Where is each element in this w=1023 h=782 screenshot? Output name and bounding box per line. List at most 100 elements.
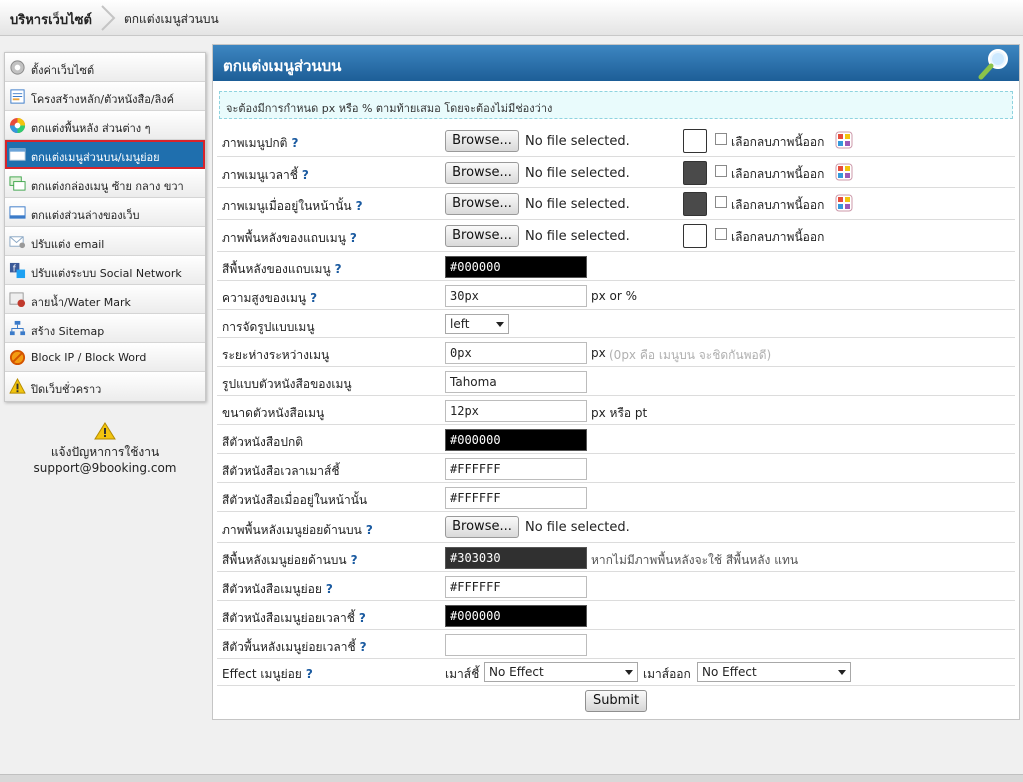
sidebar-item-block[interactable]: Block IP / Block Word <box>5 343 205 372</box>
menu-font-size-input[interactable]: 12px <box>445 400 587 422</box>
text-color-active-input[interactable]: #FFFFFF <box>445 487 587 509</box>
sidebar-item-footer[interactable]: ตกแต่งส่วนล่างของเว็บ <box>5 198 205 227</box>
browse-button[interactable]: Browse... <box>445 193 519 215</box>
sitemap-icon <box>9 320 26 336</box>
submenu-text-hover-input[interactable]: #000000 <box>445 605 587 627</box>
browse-button[interactable]: Browse... <box>445 516 519 538</box>
palette-icon[interactable] <box>835 131 853 149</box>
chevron-right-icon <box>101 5 116 31</box>
notice-text: จะต้องมีการกำหนด px หรือ % ตามท้ายเสมอ โ… <box>226 102 553 115</box>
row-submenu-bg-hover: สีตัวพื้นหลังเมนูย่อยเวลาชี้? <box>217 630 1015 659</box>
remove-image-checkbox[interactable] <box>715 165 727 177</box>
remove-image-checkbox[interactable] <box>715 228 727 240</box>
breadcrumb-current: ตกแต่งเมนูส่วนบน <box>124 12 219 26</box>
submenu-text-color-input[interactable]: #FFFFFF <box>445 576 587 598</box>
support-info: แจ้งปัญหาการใช้งาน support@9booking.com <box>4 422 206 476</box>
help-icon[interactable]: ? <box>306 667 313 681</box>
breadcrumb-home[interactable]: บริหารเว็บไซต์ <box>10 9 92 30</box>
file-status: No file selected. <box>525 520 630 535</box>
color-wheel-icon <box>9 117 26 134</box>
submit-button[interactable]: Submit <box>585 690 647 712</box>
chevron-down-icon <box>496 322 504 327</box>
support-email[interactable]: support@9booking.com <box>4 460 206 476</box>
sidebar-item-top-menu[interactable]: ตกแต่งเมนูส่วนบน/เมนูย่อย <box>5 140 205 169</box>
notice-box: จะต้องมีการกำหนด px หรือ % ตามท้ายเสมอ โ… <box>219 91 1013 119</box>
menubar-bg-color-input[interactable]: #000000 <box>445 256 587 278</box>
bottom-bar <box>0 774 1023 782</box>
sidebar-item-menu-boxes[interactable]: ตกแต่งกล่องเมนู ซ้าย กลาง ขวา <box>5 169 205 198</box>
color-swatch[interactable] <box>683 224 707 248</box>
sidebar-item-background[interactable]: ตกแต่งพื้นหลัง ส่วนต่าง ๆ <box>5 111 205 140</box>
browse-button[interactable]: Browse... <box>445 225 519 247</box>
browse-button[interactable]: Browse... <box>445 162 519 184</box>
remove-image-checkbox[interactable] <box>715 133 727 145</box>
help-icon[interactable]: ? <box>351 553 358 567</box>
color-swatch[interactable] <box>683 161 707 185</box>
help-icon[interactable]: ? <box>302 168 309 182</box>
menu-align-select[interactable]: left <box>445 314 509 334</box>
row-menubar-bg-color: สีพื้นหลังของแถบเมนู? #000000 <box>217 252 1015 281</box>
sidebar-item-maintenance[interactable]: ปิดเว็บชั่วคราว <box>5 372 205 401</box>
unit-label: px or % <box>591 289 638 303</box>
support-label: แจ้งปัญหาการใช้งาน <box>50 445 160 459</box>
sidebar-item-social[interactable]: f ปรับแต่งระบบ Social Network <box>5 256 205 285</box>
text-color-hover-input[interactable]: #FFFFFF <box>445 458 587 480</box>
effect-out-select[interactable]: No Effect <box>697 662 851 682</box>
row-menubar-bg-image: ภาพพื้นหลังของแถบเมนู? Browse... No file… <box>217 220 1015 252</box>
sidebar-item-site-settings[interactable]: ตั้งค่าเว็บไซต์ <box>5 53 205 82</box>
warning-icon <box>9 378 26 394</box>
main-panel: ตกแต่งเมนูส่วนบน จะต้องมีการกำหนด px หรื… <box>212 44 1020 720</box>
palette-icon[interactable] <box>835 194 853 212</box>
windows-stack-icon <box>9 176 26 191</box>
search-icon <box>978 49 1008 80</box>
help-icon[interactable]: ? <box>350 231 357 245</box>
menu-font-input[interactable]: Tahoma <box>445 371 587 393</box>
watermark-icon <box>9 292 26 308</box>
effect-hover-select[interactable]: No Effect <box>484 662 638 682</box>
row-menu-font: รูปแบบตัวหนังสือของเมนู Tahoma <box>217 367 1015 396</box>
gear-icon <box>10 60 25 75</box>
panel-header: ตกแต่งเมนูส่วนบน <box>213 45 1019 81</box>
chevron-down-icon <box>838 670 846 675</box>
sidebar-item-watermark[interactable]: ลายน้ำ/Water Mark <box>5 285 205 314</box>
help-icon[interactable]: ? <box>359 611 366 625</box>
color-swatch[interactable] <box>683 129 707 153</box>
edit-document-icon <box>10 89 25 104</box>
chevron-down-icon <box>625 670 633 675</box>
row-submenu-bg-image: ภาพพื้นหลังเมนูย่อยด้านบน? Browse... No … <box>217 512 1015 543</box>
text-color-normal-input[interactable]: #000000 <box>445 429 587 451</box>
row-submenu-effect: Effect เมนูย่อย? เมาส์ชี้ No Effect เมาส… <box>217 659 1015 686</box>
file-status: No file selected. <box>525 197 630 212</box>
submenu-bg-hover-input[interactable] <box>445 634 587 656</box>
page-title: ตกแต่งเมนูส่วนบน <box>223 57 342 75</box>
submenu-bg-hint: หากไม่มีภาพพื้นหลังจะใช้ สีพื้นหลัง แทน <box>591 553 799 567</box>
row-text-color-normal: สีตัวหนังสือปกติ #000000 <box>217 425 1015 454</box>
help-icon[interactable]: ? <box>326 582 333 596</box>
sidebar-item-sitemap[interactable]: สร้าง Sitemap <box>5 314 205 343</box>
file-status: No file selected. <box>525 134 630 149</box>
row-menu-hover-image: ภาพเมนูเวลาชี้? Browse... No file select… <box>217 157 1015 188</box>
breadcrumb: บริหารเว็บไซต์ ตกแต่งเมนูส่วนบน <box>0 0 1023 36</box>
sidebar-item-email[interactable]: ปรับแต่ง email <box>5 227 205 256</box>
menu-spacing-input[interactable]: 0px <box>445 342 587 364</box>
row-text-color-hover: สีตัวหนังสือเวลาเมาส์ชี้ #FFFFFF <box>217 454 1015 483</box>
submenu-bg-color-input[interactable]: #303030 <box>445 547 587 569</box>
palette-icon[interactable] <box>835 163 853 181</box>
color-swatch[interactable] <box>683 192 707 216</box>
row-menu-height: ความสูงของเมนู? 30px px or % <box>217 281 1015 310</box>
help-icon[interactable]: ? <box>291 136 298 150</box>
unit-label: px <box>591 346 606 360</box>
help-icon[interactable]: ? <box>366 523 373 537</box>
menu-height-input[interactable]: 30px <box>445 285 587 307</box>
window-icon <box>9 148 26 161</box>
help-icon[interactable]: ? <box>335 262 342 276</box>
spacing-hint: (0px คือ เมนูบน จะชิดกันพอดี) <box>609 348 772 362</box>
help-icon[interactable]: ? <box>360 640 367 654</box>
help-icon[interactable]: ? <box>310 291 317 305</box>
sidebar-item-structure[interactable]: โครงสร้างหลัก/ตัวหนังสือ/ลิงค์ <box>5 82 205 111</box>
email-settings-icon <box>9 236 26 249</box>
help-icon[interactable]: ? <box>356 199 363 213</box>
browse-button[interactable]: Browse... <box>445 130 519 152</box>
row-submenu-text-hover: สีตัวหนังสือเมนูย่อยเวลาชี้? #000000 <box>217 601 1015 630</box>
remove-image-checkbox[interactable] <box>715 196 727 208</box>
